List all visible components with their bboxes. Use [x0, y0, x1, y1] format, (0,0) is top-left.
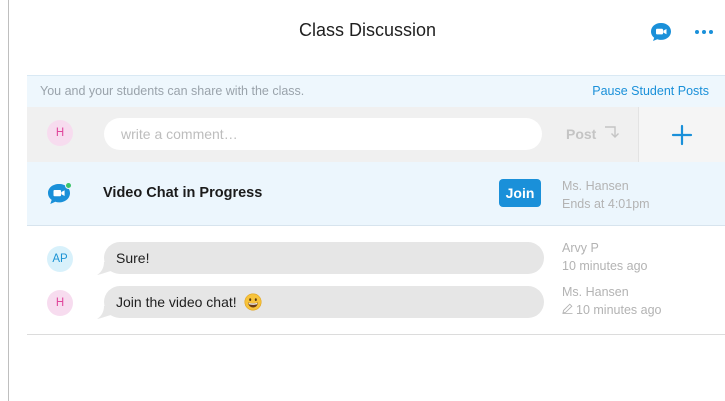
message-time-row: 10 minutes ago: [562, 301, 661, 319]
message-text: Sure!: [116, 250, 150, 266]
grinning-face-emoji: [244, 293, 262, 311]
video-chat-bubble-icon[interactable]: [650, 22, 672, 42]
header: Class Discussion: [9, 0, 725, 62]
page-title: Class Discussion: [298, 20, 437, 40]
message-text: Join the video chat!: [116, 294, 237, 310]
add-attachment-button[interactable]: [638, 107, 725, 162]
message-author: Arvy P: [562, 241, 599, 255]
video-chat-title: Video Chat in Progress: [103, 185, 263, 201]
divider: [27, 334, 725, 335]
avatar: H: [47, 290, 73, 316]
video-chat-bubble-icon: [48, 182, 72, 204]
message-time: 10 minutes ago: [562, 259, 648, 273]
list-item: H Join the video chat! Ms. Hansen 10 min…: [27, 280, 725, 324]
info-text: You and your students can share with the…: [40, 84, 305, 98]
avatar: AP: [47, 246, 73, 272]
message-bubble: Join the video chat!: [104, 286, 544, 318]
video-chat-banner: Video Chat in Progress Join Ms. Hansen E…: [27, 162, 725, 226]
message-author: Ms. Hansen: [562, 285, 629, 299]
join-button[interactable]: Join: [499, 179, 541, 207]
post-label: Post: [566, 126, 597, 142]
comment-composer: H Post: [27, 107, 725, 162]
comment-input[interactable]: [104, 118, 542, 150]
video-chat-meta: Ms. Hansen Ends at 4:01pm: [562, 177, 650, 213]
message-meta: Ms. Hansen 10 minutes ago: [562, 283, 661, 319]
return-arrow-icon: [605, 126, 620, 138]
class-discussion-panel: Class Discussion You and your students c…: [8, 0, 725, 401]
ellipsis-icon[interactable]: [692, 22, 716, 42]
video-chat-end-time: Ends at 4:01pm: [562, 197, 650, 211]
list-item: AP Sure! Arvy P 10 minutes ago: [27, 236, 725, 280]
message-meta: Arvy P 10 minutes ago: [562, 239, 647, 275]
video-chat-host: Ms. Hansen: [562, 179, 629, 193]
plus-icon: [671, 124, 693, 145]
info-bar: You and your students can share with the…: [27, 75, 725, 107]
message-time: 10 minutes ago: [576, 303, 662, 317]
message-bubble: Sure!: [104, 242, 544, 274]
pause-student-posts-link[interactable]: Pause Student Posts: [592, 84, 709, 98]
avatar: H: [47, 120, 73, 146]
post-button[interactable]: Post: [566, 125, 620, 142]
pencil-icon: [562, 303, 573, 314]
